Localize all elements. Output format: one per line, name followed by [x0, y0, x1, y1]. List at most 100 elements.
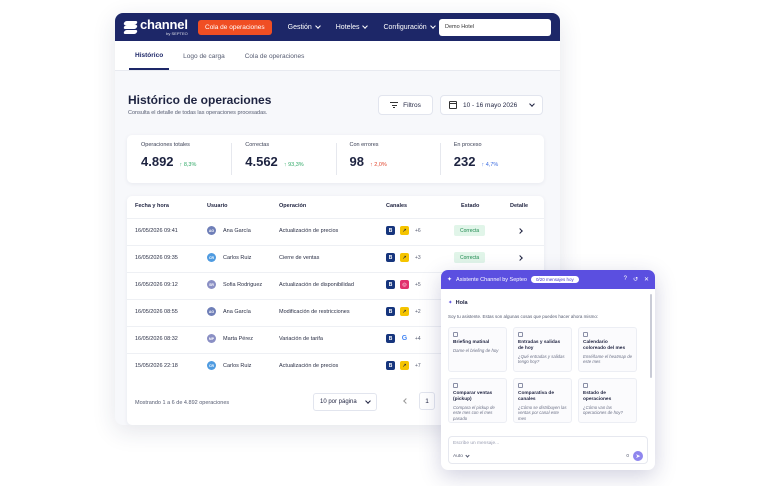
nav-hoteles-label: Hoteles [335, 23, 360, 31]
chat-scrollbar[interactable] [650, 294, 652, 378]
suggestion-card[interactable]: Calendario coloreado del mes Enséñame el … [578, 327, 637, 372]
suggestion-title: Comparativa de canales [518, 391, 554, 402]
table-row[interactable]: 16/05/2026 09:41 AG Ana García Actualizació… [127, 218, 544, 244]
close-icon[interactable]: ✕ [644, 276, 649, 283]
suggestion-card[interactable]: Estado de operaciones ¿Cómo van las opera… [578, 378, 637, 423]
per-page-select[interactable]: 10 por página [313, 393, 377, 411]
tab-historico[interactable]: Histórico [129, 52, 170, 70]
document-icon [583, 332, 588, 337]
suggestion-card[interactable]: Briefing matinal Dame el briefing de hoy [448, 327, 507, 372]
help-icon[interactable]: ? [624, 276, 627, 283]
operations-queue-button[interactable]: Cola de operaciones [198, 19, 272, 35]
row-operation: Cierre de ventas [279, 255, 320, 261]
suggestion-card[interactable]: Comparativa de canales ¿Cómo se distribuy… [513, 378, 572, 423]
model-mode-select[interactable]: Auto [453, 453, 470, 459]
more-channels-count[interactable]: +7 [415, 363, 421, 369]
more-channels-count[interactable]: +6 [415, 228, 421, 234]
nav-configuracion[interactable]: Configuración [383, 23, 436, 31]
col-usuario: Usuario [207, 203, 228, 209]
chevron-down-icon [429, 23, 436, 29]
sparkle-icon: ✦ [448, 300, 453, 306]
filters-button[interactable]: Filtros [378, 95, 433, 115]
col-estado: Estado [461, 203, 480, 209]
more-channels-count[interactable]: +4 [415, 336, 421, 342]
chevron-down-icon [529, 101, 535, 107]
hotel-selector[interactable]: Demo Hotel [439, 18, 551, 36]
sub-tabs: Histórico Logo de carga Cola de operacio… [115, 41, 560, 71]
row-date: 16/05/2026 08:32 [135, 336, 178, 342]
avatar: AG [207, 307, 216, 316]
suggestion-prompt: ¿Cómo se distribuyen las ventas por cana… [518, 404, 567, 421]
model-mode-label: Auto [453, 454, 463, 459]
stat-in-progress: En proceso 232 ↑ 4,7% [439, 135, 544, 183]
send-icon[interactable]: ➤ [633, 451, 643, 461]
row-operation: Modificación de restricciones [279, 309, 350, 315]
chat-hello: Hola [455, 300, 468, 306]
booking-channel-icon: B [386, 226, 395, 235]
row-date: 15/05/2026 22:18 [135, 363, 178, 369]
filter-icon [390, 102, 399, 108]
suggestion-title: Estado de operaciones [583, 391, 612, 402]
tab-logo-de-carga[interactable]: Logo de carga [177, 53, 231, 70]
top-navbar: channel by SEPTEO Cola de operaciones Ge… [115, 13, 560, 41]
chat-placeholder: Escribe un mensaje... [453, 441, 500, 446]
booking-channel-icon: B [386, 280, 395, 289]
stat-label: Con errores [349, 142, 379, 148]
chat-greeting: ✦ Hola [448, 300, 468, 306]
table-row[interactable]: 16/05/2026 09:35 CR Carlos Ruiz Cierre de v… [127, 245, 544, 271]
logo-icon [123, 20, 138, 34]
tab-cola-de-operaciones[interactable]: Cola de operaciones [239, 53, 311, 70]
row-date: 16/05/2026 08:55 [135, 309, 178, 315]
suggestion-prompt: Dame el briefing de hoy [453, 347, 499, 353]
filters-label: Filtros [403, 101, 421, 109]
previous-page-icon[interactable] [403, 398, 409, 404]
logo-name: channel [140, 17, 188, 32]
chevron-right-icon[interactable] [517, 228, 523, 234]
logo-subtitle: by SEPTEO [166, 31, 188, 36]
stats-card: Operaciones totales 4.892 ↑ 8,3% Correcta… [127, 135, 544, 183]
document-icon [518, 332, 523, 337]
page-number-button[interactable]: 1 [419, 392, 435, 410]
chevron-down-icon [465, 453, 470, 458]
stat-value: 4.562 [245, 154, 278, 169]
history-icon[interactable]: ↺ [633, 276, 638, 283]
more-channels-count[interactable]: +5 [415, 282, 421, 288]
page-subtitle: Consulta el detalle de todas las operaci… [128, 110, 268, 116]
suggestion-prompt: Enséñame el heatmap de este mes [583, 353, 632, 365]
channel-logo[interactable]: channel by SEPTEO [123, 17, 198, 36]
nav-gestion[interactable]: Gestión [287, 23, 321, 31]
avatar: CR [207, 253, 216, 262]
suggestion-prompt: ¿Qué entradas y salidas tengo hoy? [518, 353, 565, 365]
suggestion-card[interactable]: Entradas y salidas de hoy ¿Qué entradas y… [513, 327, 572, 372]
table-header: Fecha y hora Usuario Operación Canales E… [127, 203, 544, 217]
stat-value: 98 [349, 154, 364, 169]
stat-value: 232 [453, 154, 476, 169]
more-channels-count[interactable]: +2 [415, 309, 421, 315]
chevron-right-icon[interactable] [517, 255, 523, 261]
row-date: 16/05/2026 09:35 [135, 255, 178, 261]
chevron-down-icon [362, 23, 369, 29]
stat-delta: ↑ 8,3% [179, 162, 197, 168]
more-channels-count[interactable]: +3 [415, 255, 421, 261]
suggestion-title: Briefing matinal [453, 340, 490, 345]
sparkle-icon: ✦ [447, 277, 453, 283]
row-user: Ana García [223, 228, 251, 234]
stat-delta: ↑ 93,3% [283, 162, 304, 168]
row-user: Sofia Rodriguez [223, 282, 263, 288]
date-range-picker[interactable]: 10 - 16 mayo 2026 [440, 95, 543, 115]
chat-message-input[interactable]: Escribe un mensaje... Auto 0 ➤ [448, 436, 648, 464]
nav-gestion-label: Gestión [287, 23, 312, 31]
stat-delta: ↑ 4,7% [481, 162, 499, 168]
nav-hoteles[interactable]: Hoteles [335, 23, 369, 31]
stat-label: Operaciones totales [141, 142, 190, 148]
expedia-channel-icon: ↗ [400, 307, 409, 316]
assistant-chat-panel: ✦ Asistente Channel by Septeo 0/20 mensa… [441, 270, 655, 470]
avatar: MP [207, 334, 216, 343]
instagram-channel-icon: ◎ [400, 280, 409, 289]
suggestion-card[interactable]: Comparar ventas (pickup) Compara el picku… [448, 378, 507, 423]
expedia-channel-icon: ↗ [400, 226, 409, 235]
chat-header: ✦ Asistente Channel by Septeo 0/20 mensa… [441, 270, 655, 289]
row-operation: Actualización de precios [279, 228, 339, 234]
suggestion-title: Calendario coloreado del mes [583, 340, 626, 351]
google-channel-icon: G [400, 334, 409, 343]
